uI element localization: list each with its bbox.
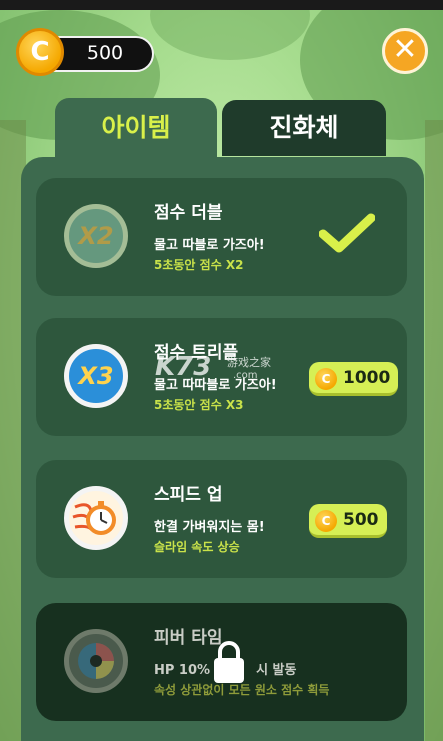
coin-balance: 500 bbox=[86, 42, 124, 64]
close-button[interactable]: ✕ bbox=[382, 28, 428, 74]
item-title: 점수 더블 bbox=[154, 203, 223, 223]
item-title: 스피드 업 bbox=[154, 485, 223, 505]
item-effect: 5초동안 점수 X2 bbox=[154, 258, 244, 272]
item-description: 물고 따블로 가즈아! bbox=[154, 238, 265, 253]
checkmark-icon bbox=[319, 213, 375, 253]
buy-button[interactable]: C 1000 bbox=[309, 362, 399, 396]
buy-button[interactable]: C 500 bbox=[309, 504, 387, 538]
x3-badge-icon: X3 bbox=[64, 344, 128, 408]
watermark: K73 游戏之家 .com bbox=[155, 352, 271, 382]
item-effect: 5초동안 점수 X3 bbox=[154, 398, 244, 412]
lock-icon bbox=[214, 641, 244, 683]
tab-evolution[interactable]: 진화체 bbox=[222, 100, 386, 156]
coin-icon: C bbox=[16, 28, 64, 76]
item-description: 한결 가벼워지는 몸! bbox=[154, 520, 265, 535]
coin-icon: C bbox=[315, 510, 337, 532]
x2-badge-icon: X2 bbox=[64, 204, 128, 268]
stopwatch-icon bbox=[64, 486, 128, 550]
price-label: 500 bbox=[343, 510, 379, 530]
status-strip bbox=[0, 0, 443, 10]
coin-icon: C bbox=[315, 368, 337, 390]
tab-items[interactable]: 아이템 bbox=[55, 98, 217, 160]
fever-orb-icon bbox=[64, 629, 128, 693]
item-card-score-double[interactable]: X2 점수 더블 물고 따블로 가즈아! 5초동안 점수 X2 bbox=[36, 178, 407, 296]
item-card-fever-time[interactable]: 피버 타임 HP 10% 시 발동 속성 상관없이 모든 원소 점수 획득 bbox=[36, 603, 407, 721]
item-effect: 슬라임 속도 상승 bbox=[154, 540, 240, 554]
price-label: 1000 bbox=[343, 368, 391, 388]
item-card-speed-up[interactable]: 스피드 업 한결 가벼워지는 몸! 슬라임 속도 상승 C 500 bbox=[36, 460, 407, 578]
